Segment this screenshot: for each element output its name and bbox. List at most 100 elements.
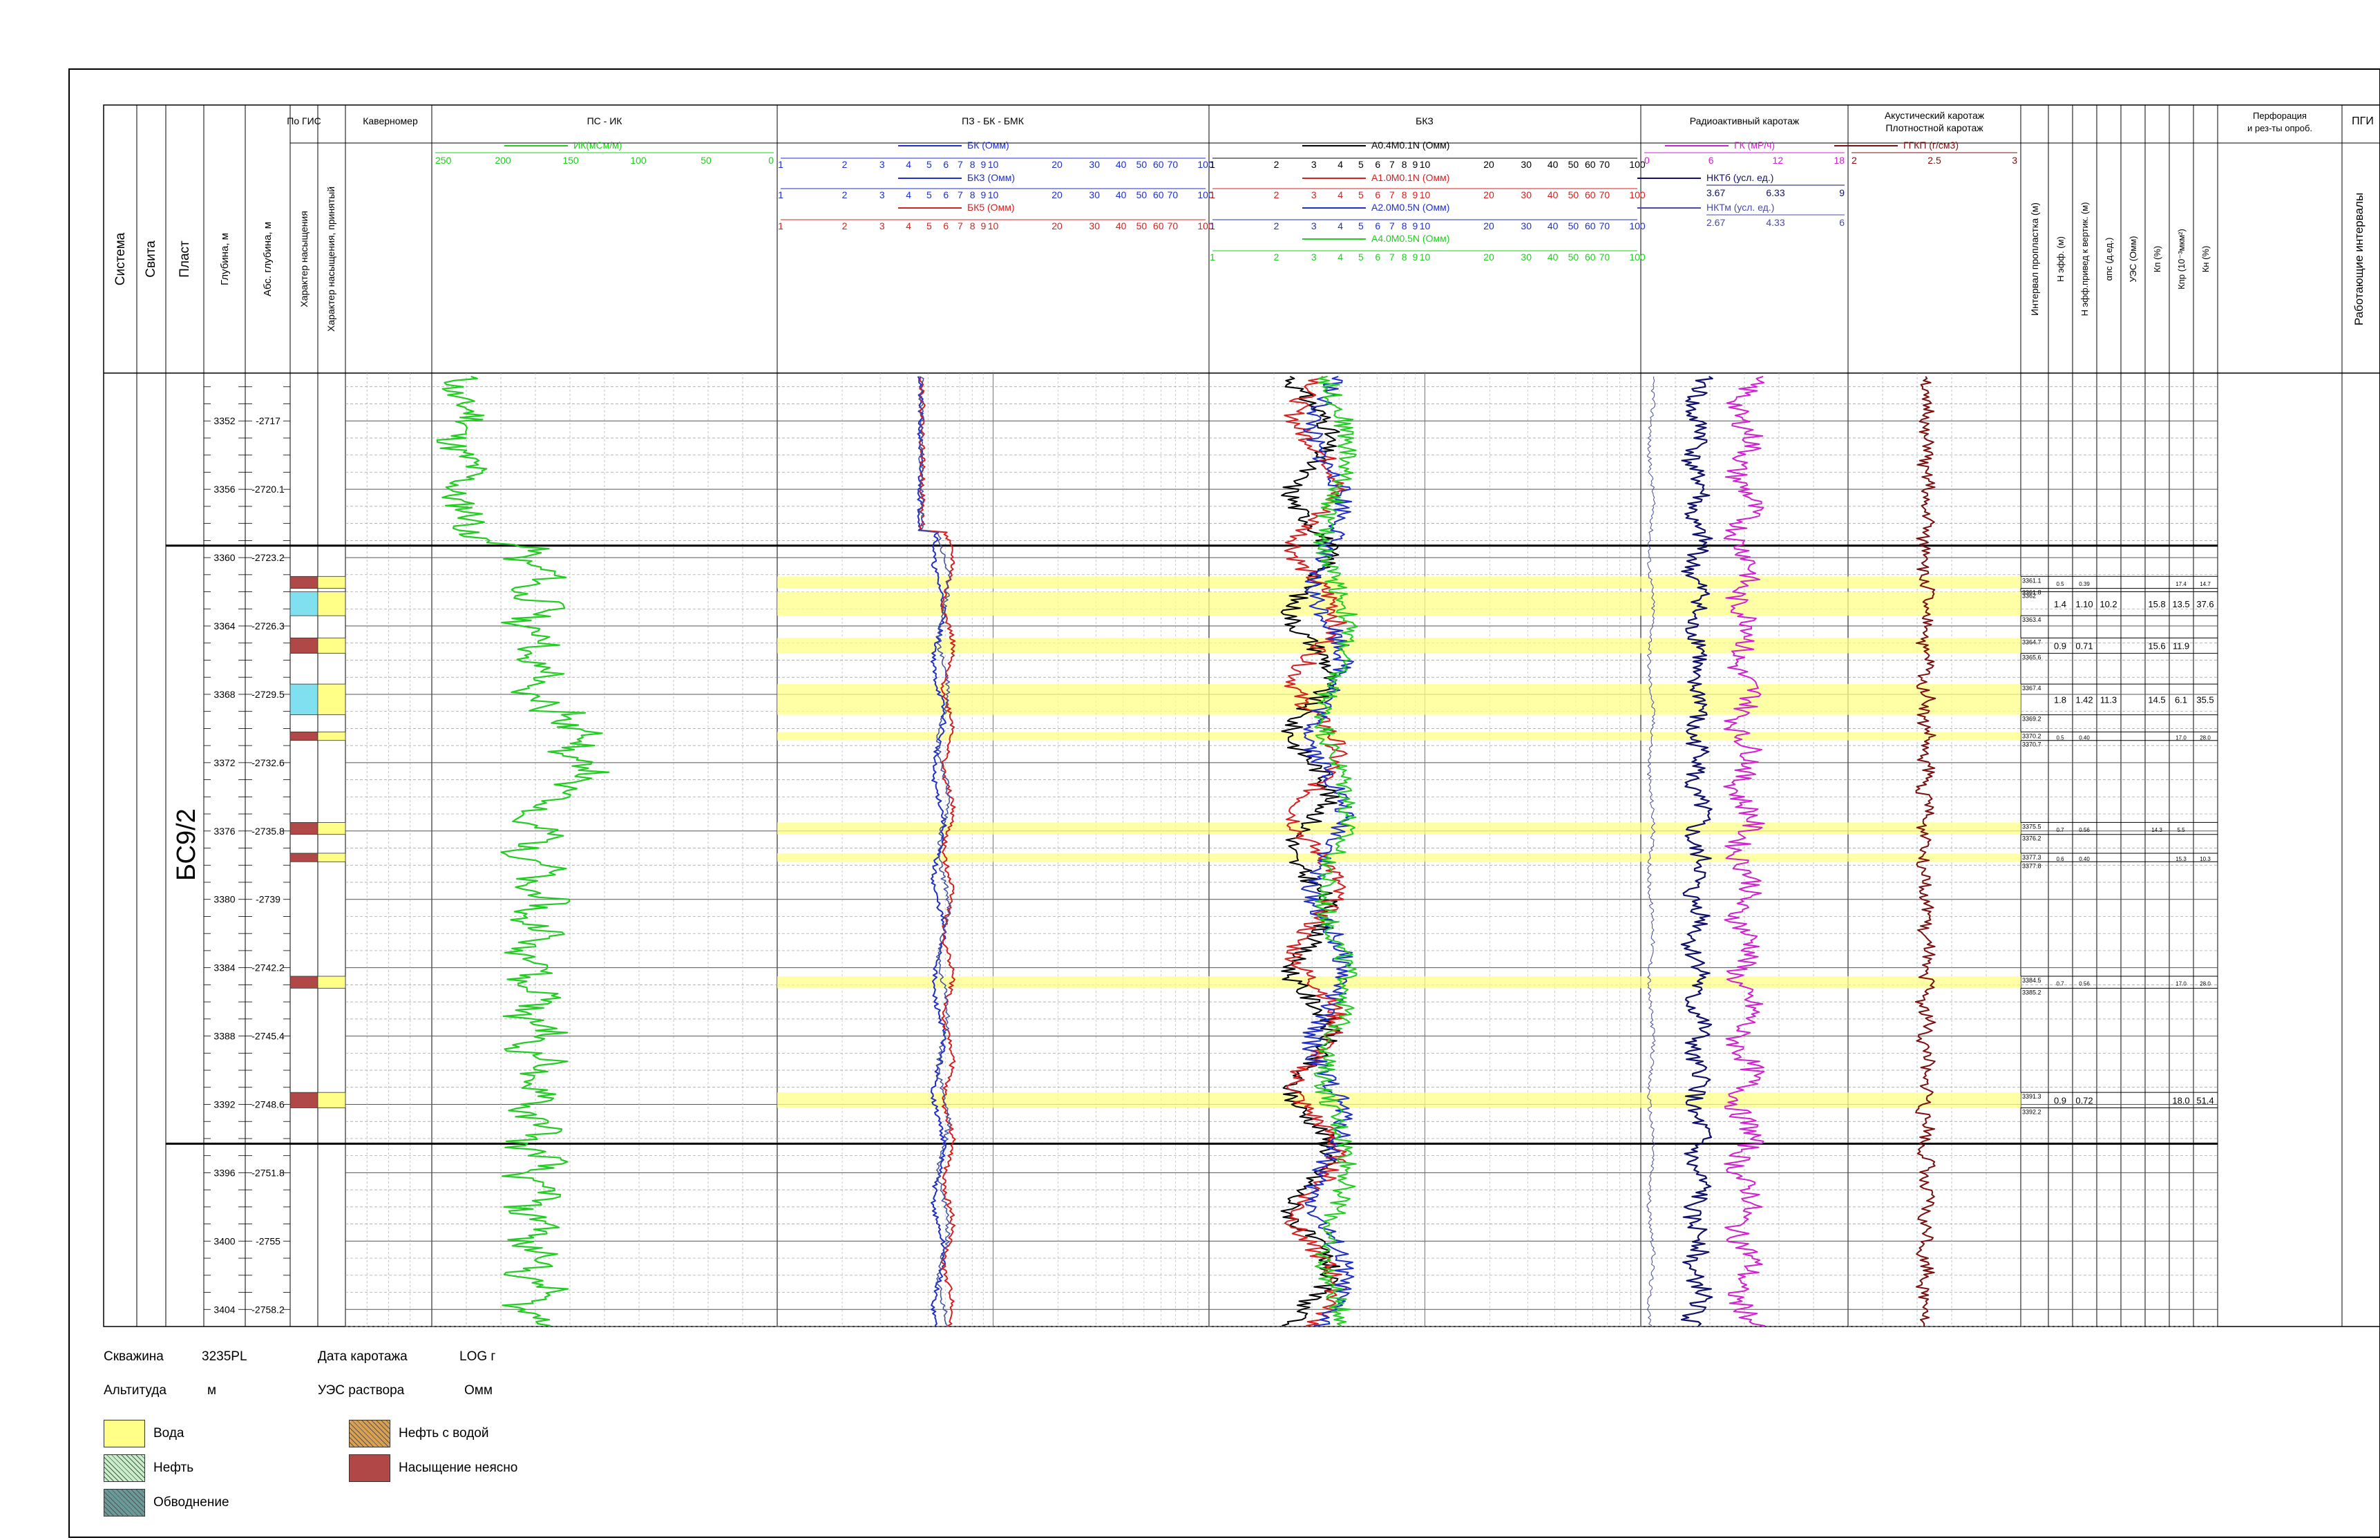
nktm-tick: 4.33 [1766,217,1784,228]
layer-highlight [1209,638,1641,654]
bk5-tick: 9 [981,220,987,231]
legend-item: Нефть с водой [349,1420,488,1447]
header-suite: Свита [144,240,158,278]
saturation-gis [289,976,318,989]
a20-tick: 4 [1337,220,1343,231]
ues-value: 14.5 [2148,694,2165,705]
a04-tick: 7 [1389,159,1395,170]
interval-bottom: 3385.2 [2022,989,2041,996]
legend-swatch [349,1454,390,1482]
a20-tick: 6 [1375,220,1380,231]
bk5-label: БК5 (Омм) [967,202,1014,213]
depth-label: 3380 [213,894,235,905]
a20-tick: 7 [1389,220,1395,231]
kp-value: 13.5 [2172,599,2189,609]
h-eff-value: 0.7 [2056,981,2064,987]
nktm-label: НКТм (усл. ед.) [1706,202,1774,213]
saturation-accepted [317,683,346,716]
layer-highlight [777,684,1209,715]
depth-label: 3396 [213,1167,235,1178]
interval-top: 3364.7 [2022,638,2041,645]
a40-tick: 30 [1521,251,1532,263]
depth-label: 3360 [213,552,235,563]
ues-value: 15.6 [2148,640,2165,651]
a20-tick: 60 [1585,220,1596,231]
bk5-tick: 5 [926,220,932,231]
bkz-tick: 7 [958,189,963,200]
h-eff-value: 1.4 [2054,599,2066,609]
ggkp-tick: 2 [1851,155,1857,166]
header-depth: Глубина, м [219,233,231,285]
ik-tick: 150 [562,155,579,166]
depth-label: 3364 [213,620,235,631]
nktm-tick: 2.67 [1706,217,1725,228]
layer-highlight [1848,853,2021,862]
kpr-value: 10.3 [2200,856,2211,862]
layer-highlight [777,822,1209,835]
a40-tick: 40 [1548,251,1559,263]
gk-label: ГК (мР/ч) [1734,140,1775,151]
abs-depth-label: -2755 [256,1235,280,1246]
a04-label: А0.4М0.1N (Омм) [1371,140,1449,151]
a10-tick: 30 [1521,189,1532,200]
layer-highlight [1209,822,1641,835]
a20-tick: 3 [1311,220,1317,231]
a10-tick: 60 [1585,189,1596,200]
header-density: Плотностной каротаж [1885,122,1983,133]
ues-value: 14.3 [2151,827,2162,833]
layer-highlight [777,591,1209,616]
layer-highlight [1641,732,1848,741]
a40-tick: 10 [1420,251,1431,263]
bkz-tick: 8 [970,189,975,200]
nkt6-tick: 6.33 [1766,187,1784,198]
ggkp-label: ГГКП (г/см3) [1903,140,1959,151]
abs-depth-label: -2748.6 [251,1099,285,1110]
interval-bottom: 3377.8 [2022,862,2041,869]
bk-tick: 60 [1153,159,1164,170]
legend-label: Нефть с водой [399,1426,489,1441]
header-saturation: Характер насыщения [298,211,310,307]
h-eff-value: 0.7 [2056,827,2064,833]
ggkp-curve [1914,376,1936,1327]
bk5-tick: 40 [1116,220,1127,231]
saturation-accepted [317,822,346,835]
h-eff-vert-value: 0.40 [2079,735,2090,741]
a20-tick: 5 [1358,220,1364,231]
interval-bottom: 3370.7 [2022,741,2041,748]
layer-highlight [1209,853,1641,862]
gk-tick: 12 [1773,155,1784,166]
bkz-tick: 2 [842,189,848,200]
abs-depth-label: -2729.5 [251,689,285,700]
a10-tick: 2 [1274,189,1279,200]
a10-tick: 5 [1358,189,1364,200]
depth-label: 3368 [213,689,235,700]
legend-label: Насыщение неясно [399,1461,518,1475]
ggkp-tick: 3 [2012,155,2017,166]
saturation-accepted [317,731,346,741]
formation-name: БС9/2 [172,808,201,881]
saturation-accepted [317,853,346,862]
header-system: Система [113,232,128,285]
a40-tick: 8 [1402,251,1407,263]
bkz-tick: 5 [926,189,932,200]
a20-tick: 20 [1483,220,1494,231]
header-kn: Кн (%) [2200,246,2211,273]
a10-curve [1284,376,1348,1327]
a40-tick: 6 [1375,251,1380,263]
h-eff-vert-value: 0.71 [2075,640,2093,651]
saturation-accepted [317,576,346,589]
depth-label: 3372 [213,757,235,768]
kp-value: 17.0 [2176,981,2187,987]
bk-tick: 10 [988,159,999,170]
layer-highlight [1848,576,2021,589]
depth-label: 3392 [213,1099,235,1110]
bk5-tick: 3 [879,220,885,231]
a10-tick: 50 [1568,189,1579,200]
interval-top: 3361.1 [2022,577,2041,584]
header-layer: Пласт [178,240,192,278]
depth-label: 3404 [213,1304,235,1315]
interval-top: 3377.3 [2022,854,2041,861]
a10-tick: 6 [1375,189,1380,200]
interval-bottom: 3392.2 [2022,1108,2041,1115]
a04-tick: 5 [1358,159,1364,170]
